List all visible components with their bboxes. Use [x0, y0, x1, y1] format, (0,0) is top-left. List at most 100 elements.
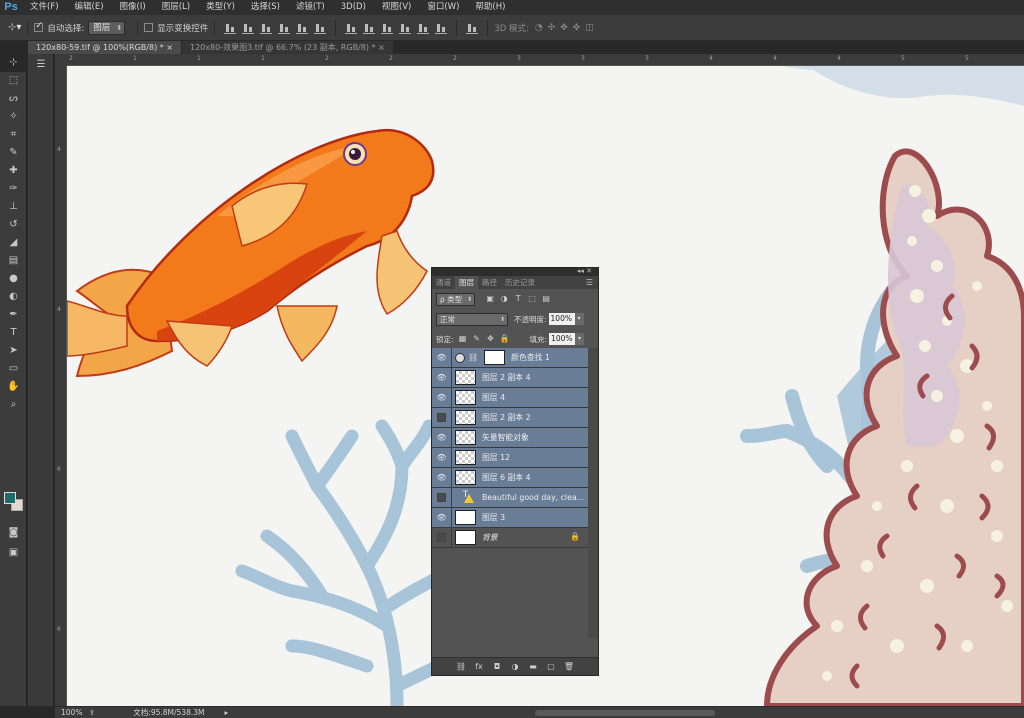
new-layer-icon[interactable]: ▢ [545, 662, 557, 671]
align-bottom-icon[interactable] [260, 22, 273, 34]
visibility-toggle[interactable] [432, 527, 452, 548]
new-group-icon[interactable]: ▬ [527, 662, 539, 671]
lock-all-icon[interactable]: 🔒 [500, 334, 510, 344]
layer-row[interactable]: 👁 图层 12 [432, 447, 590, 468]
doc-tab-2[interactable]: 120x80-效果图3.tif @ 66.7% (23 副本, RGB/8) *… [182, 41, 393, 54]
layer-row[interactable]: 👁 图层 4 [432, 387, 590, 408]
collapse-icon[interactable]: ◂◂ ✕ [577, 267, 592, 275]
zoom-tool-icon[interactable]: ⌕ [0, 396, 27, 414]
tab-history[interactable]: 历史记录 [501, 276, 539, 289]
menu-edit[interactable]: 编辑(E) [67, 0, 112, 15]
menu-file[interactable]: 文件(F) [22, 0, 67, 15]
fill-input[interactable]: 100% [549, 333, 576, 345]
lock-position-icon[interactable]: ✥ [486, 334, 496, 344]
foreground-color-swatch[interactable] [4, 492, 16, 504]
tab-layers[interactable]: 图层 [455, 276, 478, 289]
layer-mask-thumbnail[interactable] [484, 350, 506, 365]
layer-row[interactable]: 👁 矢量智能对象 [432, 427, 590, 448]
visibility-eye-icon[interactable]: 👁 [432, 347, 452, 368]
stamp-tool-icon[interactable]: ⊥ [0, 198, 27, 216]
auto-select-checkbox[interactable]: 自动选择: [34, 21, 84, 34]
tab-channels[interactable]: 通道 [432, 276, 455, 289]
magic-wand-icon[interactable]: ✧ [0, 108, 27, 126]
visibility-eye-icon[interactable]: 👁 [432, 427, 452, 448]
move-tool-preset-icon[interactable]: ⊹▾ [8, 22, 21, 33]
link-layers-icon[interactable]: ⛓ [455, 662, 467, 671]
blend-mode-dropdown[interactable]: 正常 [436, 312, 508, 326]
new-adjustment-icon[interactable]: ◑ [509, 662, 521, 671]
filter-shape-icon[interactable]: ⬚ [527, 294, 537, 304]
menu-type[interactable]: 类型(Y) [198, 0, 243, 15]
close-icon[interactable]: × [166, 43, 173, 52]
tab-paths[interactable]: 路径 [478, 276, 501, 289]
visibility-eye-icon[interactable]: 👁 [432, 447, 452, 468]
filter-adjustment-icon[interactable]: ◑ [499, 294, 509, 304]
pen-tool-icon[interactable]: ✒ [0, 306, 27, 324]
3d-mode-icons[interactable]: ◔✣✥✜◫ [535, 23, 599, 33]
opacity-input[interactable]: 100% [548, 313, 575, 325]
panel-menu-icon[interactable]: ☰ [586, 276, 593, 289]
hand-tool-icon[interactable]: ✋ [0, 378, 27, 396]
quick-mask-icon[interactable]: ◙ [0, 524, 27, 542]
brush-tool-icon[interactable]: ✑ [0, 180, 27, 198]
close-icon[interactable]: × [378, 43, 385, 52]
visibility-eye-icon[interactable]: 👁 [432, 387, 452, 408]
filter-type-icon[interactable]: T [513, 294, 523, 304]
history-brush-icon[interactable]: ↺ [0, 216, 27, 234]
distribute-bottom-icon[interactable] [381, 22, 394, 34]
eyedropper-icon[interactable]: ✎ [0, 144, 27, 162]
marquee-tool-icon[interactable]: ⬚ [0, 72, 27, 90]
visibility-eye-icon[interactable]: 👁 [432, 467, 452, 488]
opacity-arrow-icon[interactable]: ▾ [574, 313, 584, 325]
align-hcenter-icon[interactable] [296, 22, 309, 34]
distribute-left-icon[interactable] [399, 22, 412, 34]
ruler-origin[interactable] [55, 54, 67, 66]
crop-tool-icon[interactable]: ⌗ [0, 126, 27, 144]
layer-row[interactable]: 👁 图层 3 [432, 507, 590, 528]
horizontal-scrollbar[interactable] [535, 710, 715, 716]
layer-row[interactable]: 背景 🔒 [432, 527, 590, 548]
layer-style-icon[interactable]: fx [473, 662, 485, 671]
distribute-hcenter-icon[interactable] [417, 22, 430, 34]
fill-arrow-icon[interactable]: ▾ [575, 333, 585, 345]
dodge-tool-icon[interactable]: ◐ [0, 288, 27, 306]
menu-3d[interactable]: 3D(D) [333, 0, 374, 15]
zoom-level[interactable]: 100% [55, 708, 83, 717]
path-select-icon[interactable]: ➤ [0, 342, 27, 360]
lock-pixels-icon[interactable]: ✎ [472, 334, 482, 344]
layer-list-scrollbar[interactable] [588, 348, 598, 638]
gradient-tool-icon[interactable]: ▤ [0, 252, 27, 270]
brush-presets-icon[interactable]: ☰ [33, 59, 49, 73]
vertical-ruler[interactable]: 4 4 6 6 [55, 66, 67, 706]
visibility-eye-icon[interactable]: 👁 [432, 367, 452, 388]
doc-tab-1[interactable]: 120x80-59.tif @ 100%(RGB/8) * × [28, 41, 181, 54]
share-icon[interactable]: ⇪ [89, 708, 95, 717]
align-vcenter-icon[interactable] [242, 22, 255, 34]
type-tool-icon[interactable]: T [0, 324, 27, 342]
auto-align-icon[interactable] [466, 22, 479, 34]
horizontal-ruler[interactable]: 2 1 1 1 2 2 2 3 3 3 4 4 4 5 5 [67, 54, 1024, 66]
layer-row[interactable]: 👁 ⛓ 颜色查找 1 [432, 347, 590, 368]
filter-type-dropdown[interactable]: ρ 类型 [436, 292, 476, 306]
show-transform-checkbox[interactable]: 显示变换控件 [144, 22, 208, 34]
distribute-vcenter-icon[interactable] [363, 22, 376, 34]
blur-tool-icon[interactable]: ● [0, 270, 27, 288]
add-mask-icon[interactable]: ◘ [491, 662, 503, 671]
panel-titlebar[interactable]: ◂◂ ✕ [432, 267, 598, 276]
lasso-tool-icon[interactable]: ᔕ [0, 90, 27, 108]
delete-layer-icon[interactable]: 🗑 [563, 662, 575, 671]
lock-transparent-icon[interactable]: ▦ [458, 334, 468, 344]
menu-help[interactable]: 帮助(H) [467, 0, 513, 15]
layer-row[interactable]: T Beautiful good day, clea... [432, 487, 590, 508]
visibility-eye-icon[interactable]: 👁 [432, 507, 452, 528]
menu-select[interactable]: 选择(S) [243, 0, 288, 15]
screen-mode-icon[interactable]: ▣ [0, 544, 27, 562]
filter-pixel-icon[interactable]: ▣ [485, 294, 495, 304]
auto-select-dropdown[interactable]: 图层 [88, 20, 126, 35]
menu-window[interactable]: 窗口(W) [419, 0, 467, 15]
layer-row[interactable]: 图层 2 副本 2 [432, 407, 590, 428]
color-swatches[interactable] [4, 492, 24, 512]
document-info[interactable]: 文档:95.8M/538.3M [133, 707, 204, 718]
align-right-icon[interactable] [314, 22, 327, 34]
menu-view[interactable]: 视图(V) [374, 0, 419, 15]
